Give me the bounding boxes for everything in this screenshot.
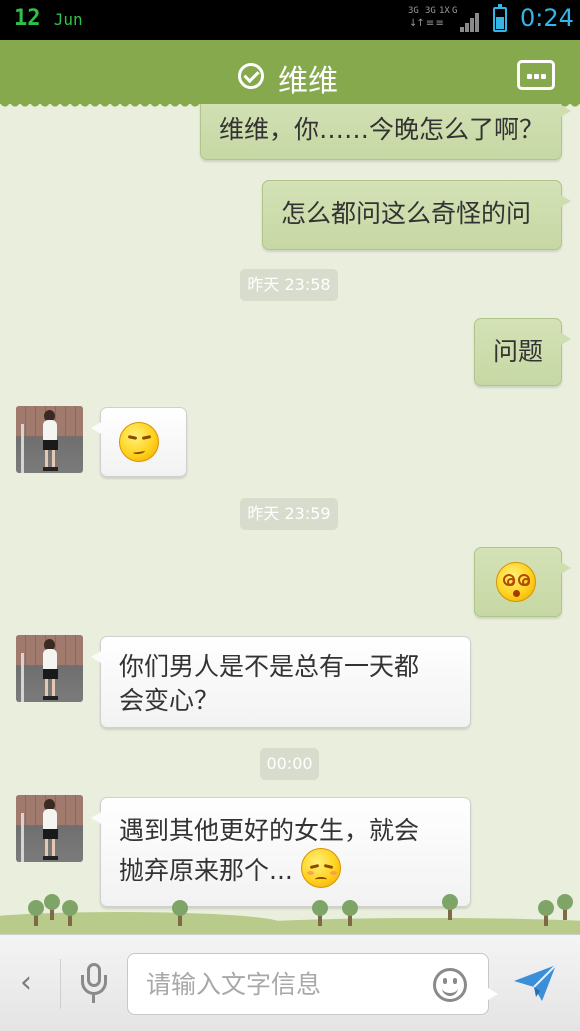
- received-message-bubble[interactable]: 你们男人是不是总有一天都 会变心？: [91, 636, 471, 728]
- smiley-icon[interactable]: [433, 968, 467, 1002]
- chat-area[interactable]: 维维，你……今晚怎么了啊？ 怎么都问这么奇怪的问 昨天 23:58 问题 昨天 …: [0, 104, 580, 934]
- received-message-bubble[interactable]: [91, 407, 187, 477]
- network-type-label: 3G: [425, 6, 436, 16]
- input-bar: ‹: [0, 934, 580, 1031]
- battery-icon: [493, 4, 507, 32]
- status-date-day: 12: [14, 6, 41, 31]
- sent-message-bubble[interactable]: [474, 547, 571, 617]
- more-dots-icon: [527, 74, 532, 79]
- contact-avatar[interactable]: [16, 795, 83, 862]
- network-type-label: 3G: [408, 6, 419, 16]
- sent-message-bubble[interactable]: 问题: [474, 318, 571, 386]
- status-bar: 12 Jun 3G 3G 1X G ↓↑ ≡ ≡ 0:24: [0, 0, 580, 40]
- message-input-container[interactable]: [127, 953, 498, 1015]
- sent-message-bubble[interactable]: 维维，你……今晚怎么了啊？: [200, 104, 571, 160]
- sad-emoji-icon: [300, 848, 341, 888]
- contact-avatar[interactable]: [16, 406, 83, 473]
- signal-bars-icon: [460, 12, 482, 32]
- dizzy-emoji-icon: [496, 562, 536, 602]
- microphone-icon[interactable]: [80, 963, 108, 1005]
- message-text: 怎么都问这么奇怪的问: [281, 199, 532, 228]
- message-text: 问题: [493, 337, 544, 366]
- contact-avatar[interactable]: [16, 635, 83, 702]
- message-text: 抛弃原来那个...: [119, 856, 293, 885]
- network-type-label: 1X: [439, 6, 450, 16]
- status-date: 12 Jun: [14, 6, 83, 31]
- contact-name[interactable]: 维维: [278, 56, 338, 100]
- chat-header: 维维: [0, 40, 580, 110]
- timestamp-label: 昨天 23:59: [240, 498, 338, 530]
- data-arrows-icon: ↓↑ ≡ ≡: [409, 18, 444, 29]
- status-date-month: Jun: [53, 10, 83, 29]
- network-icons: 3G 3G 1X G ↓↑ ≡ ≡: [408, 6, 483, 34]
- divider: [60, 959, 61, 1009]
- message-text: 遇到其他更好的女生，就会: [119, 816, 420, 845]
- message-input[interactable]: [146, 966, 416, 1002]
- timestamp-label: 昨天 23:58: [240, 269, 338, 301]
- network-type-label: G: [452, 6, 458, 16]
- timestamp-label: 00:00: [260, 748, 319, 780]
- smirk-emoji-icon: [119, 422, 159, 462]
- more-options-button[interactable]: [517, 60, 555, 90]
- message-text: 会变心？: [119, 686, 220, 715]
- check-circle-icon: [238, 63, 264, 89]
- battery-level: [496, 17, 504, 29]
- back-icon[interactable]: ‹: [20, 965, 32, 1000]
- message-text: 你们男人是不是总有一天都: [119, 652, 420, 681]
- send-icon[interactable]: [512, 963, 558, 1003]
- message-text: 维维，你……今晚怎么了啊？: [219, 115, 545, 144]
- background-scenery: [0, 888, 580, 934]
- status-time: 0:24: [520, 4, 574, 32]
- sent-message-bubble[interactable]: 怎么都问这么奇怪的问: [262, 180, 571, 250]
